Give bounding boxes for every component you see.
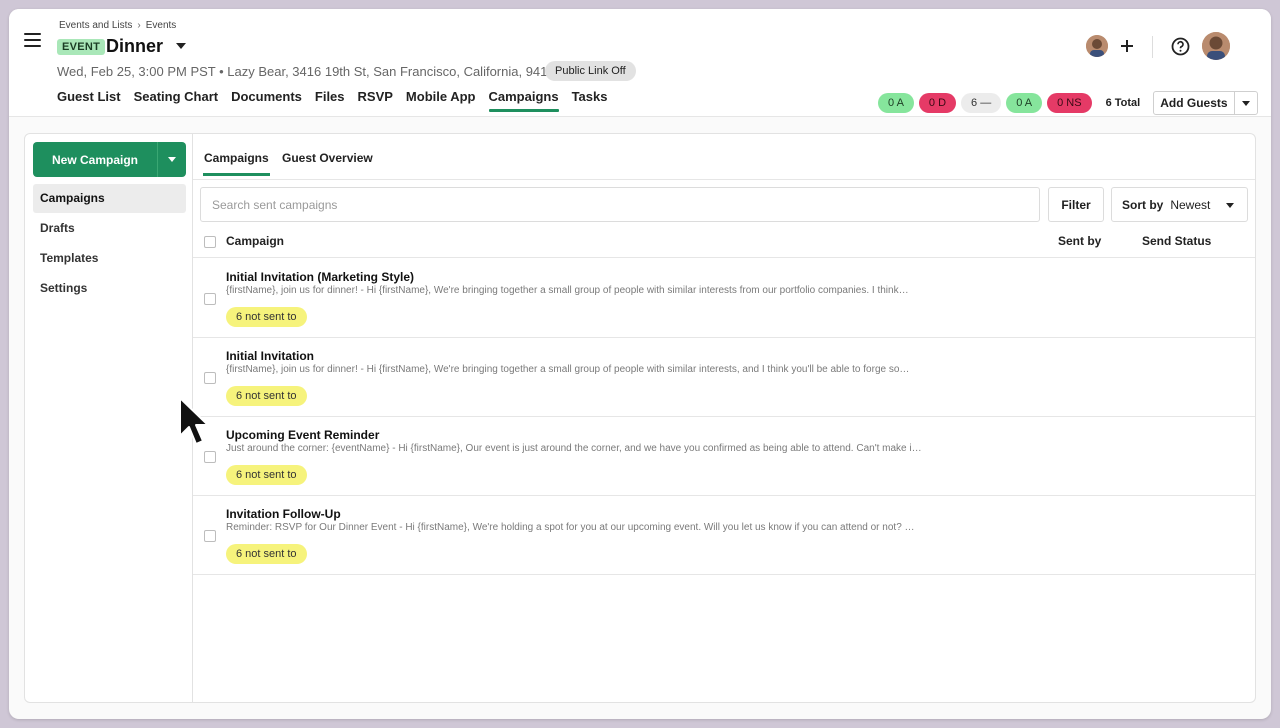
campaigns-main: Campaigns Guest Overview Filter Sort by … xyxy=(193,134,1255,702)
tab-documents[interactable]: Documents xyxy=(231,87,302,112)
subtab-campaigns[interactable]: Campaigns xyxy=(203,151,270,176)
event-nav-tabs: Guest List Seating Chart Documents Files… xyxy=(57,87,620,112)
add-collaborator-button[interactable] xyxy=(1118,37,1136,55)
filter-button[interactable]: Filter xyxy=(1048,187,1104,222)
table-header: Campaign Sent by Send Status xyxy=(193,228,1255,258)
row-checkbox[interactable] xyxy=(204,372,216,384)
breadcrumb: Events and Lists › Events xyxy=(59,20,176,31)
help-icon xyxy=(1171,37,1190,56)
campaign-preview: Reminder: RSVP for Our Dinner Event - Hi… xyxy=(226,522,915,533)
sort-value: Newest xyxy=(1170,197,1211,212)
app-window: Events and Lists › Events EVENT Dinner Wed… xyxy=(9,9,1271,719)
event-details: Wed, Feb 25, 3:00 PM PST • Lazy Bear, 34… xyxy=(57,64,561,79)
subtab-guest-overview[interactable]: Guest Overview xyxy=(282,151,373,176)
account-avatar[interactable] xyxy=(1202,32,1230,60)
tab-rsvp[interactable]: RSVP xyxy=(358,87,393,112)
avatar[interactable] xyxy=(1086,35,1108,57)
plus-icon xyxy=(1121,40,1133,52)
user-avatar-icon xyxy=(1202,32,1230,60)
new-campaign-dropdown[interactable] xyxy=(158,142,186,177)
status-badge[interactable]: 6 not sent to xyxy=(226,544,307,564)
public-link-status[interactable]: Public Link Off xyxy=(545,61,636,81)
table-row[interactable]: Initial Invitation {firstName}, join us … xyxy=(193,338,1255,417)
tab-seating-chart[interactable]: Seating Chart xyxy=(134,87,219,112)
campaign-preview: Just around the corner: {eventName} - Hi… xyxy=(226,443,922,454)
table-row[interactable]: Upcoming Event Reminder Just around the … xyxy=(193,417,1255,496)
status-pill-no-show[interactable]: 0 NS xyxy=(1047,93,1092,113)
sidebar-item-campaigns[interactable]: Campaigns xyxy=(33,184,186,213)
status-pill-attended[interactable]: 0 A xyxy=(1006,93,1043,113)
tab-files[interactable]: Files xyxy=(315,87,345,112)
campaign-preview: {firstName}, join us for dinner! - Hi {f… xyxy=(226,285,909,296)
sort-select[interactable]: Sort by Newest xyxy=(1111,187,1248,222)
column-header-send-status[interactable]: Send Status xyxy=(1142,234,1211,248)
search-input[interactable] xyxy=(200,187,1040,222)
new-campaign-button[interactable]: New Campaign xyxy=(33,142,158,177)
add-guests-dropdown[interactable] xyxy=(1235,92,1257,114)
tab-campaigns[interactable]: Campaigns xyxy=(488,87,559,112)
guest-status-summary: 0 A 0 D 6 — 0 A 0 NS 6 Total Add Guests xyxy=(878,91,1258,115)
chevron-down-icon xyxy=(1241,100,1250,106)
status-badge[interactable]: 6 not sent to xyxy=(226,307,307,327)
campaign-title[interactable]: Invitation Follow-Up xyxy=(226,507,341,521)
menu-icon[interactable] xyxy=(24,33,41,47)
sidebar-item-templates[interactable]: Templates xyxy=(33,244,186,273)
tab-tasks[interactable]: Tasks xyxy=(572,87,608,112)
breadcrumb-item-events-and-lists[interactable]: Events and Lists xyxy=(59,20,132,31)
status-pill-declined[interactable]: 0 D xyxy=(918,93,957,113)
status-pill-accepted[interactable]: 0 A xyxy=(878,93,914,113)
chevron-down-icon xyxy=(168,157,176,162)
breadcrumb-item-events[interactable]: Events xyxy=(146,20,177,31)
chevron-down-icon xyxy=(1226,203,1234,208)
table-row[interactable]: Invitation Follow-Up Reminder: RSVP for … xyxy=(193,496,1255,575)
row-checkbox[interactable] xyxy=(204,530,216,542)
breadcrumb-separator: › xyxy=(137,20,141,31)
column-header-campaign[interactable]: Campaign xyxy=(226,234,284,248)
header-divider xyxy=(1152,36,1153,58)
new-campaign-split-button: New Campaign xyxy=(33,142,186,177)
campaign-title[interactable]: Upcoming Event Reminder xyxy=(226,428,379,442)
sidebar-item-settings[interactable]: Settings xyxy=(33,274,186,303)
campaign-preview: {firstName}, join us for dinner! - Hi {f… xyxy=(226,364,910,375)
column-header-sent-by[interactable]: Sent by xyxy=(1058,234,1101,248)
add-guests-button[interactable]: Add Guests xyxy=(1154,92,1235,114)
help-button[interactable] xyxy=(1171,37,1190,56)
event-header: Events and Lists › Events EVENT Dinner Wed… xyxy=(9,9,1271,117)
sort-label: Sort by xyxy=(1122,197,1164,212)
sidebar-item-drafts[interactable]: Drafts xyxy=(33,214,186,243)
tab-mobile-app[interactable]: Mobile App xyxy=(406,87,476,112)
chevron-down-icon[interactable] xyxy=(176,43,186,49)
table-row[interactable]: Initial Invitation (Marketing Style) {fi… xyxy=(193,259,1255,338)
add-guests-split-button: Add Guests xyxy=(1153,91,1258,115)
event-type-badge: EVENT xyxy=(57,39,106,55)
campaign-subtabs: Campaigns Guest Overview xyxy=(193,134,1255,180)
page-title: Dinner xyxy=(106,36,164,56)
user-avatar-icon xyxy=(1086,35,1108,57)
campaigns-panel: New Campaign Campaigns Drafts Templates … xyxy=(24,133,1256,703)
select-all-checkbox[interactable] xyxy=(204,236,216,248)
campaign-title[interactable]: Initial Invitation xyxy=(226,349,314,363)
row-checkbox[interactable] xyxy=(204,293,216,305)
campaign-title[interactable]: Initial Invitation (Marketing Style) xyxy=(226,270,414,284)
tab-guest-list[interactable]: Guest List xyxy=(57,87,121,112)
guest-total-count: 6 Total xyxy=(1105,97,1141,109)
campaigns-sidebar: New Campaign Campaigns Drafts Templates … xyxy=(25,134,193,702)
status-badge[interactable]: 6 not sent to xyxy=(226,386,307,406)
status-badge[interactable]: 6 not sent to xyxy=(226,465,307,485)
row-checkbox[interactable] xyxy=(204,451,216,463)
status-pill-no-response[interactable]: 6 — xyxy=(961,93,1002,113)
